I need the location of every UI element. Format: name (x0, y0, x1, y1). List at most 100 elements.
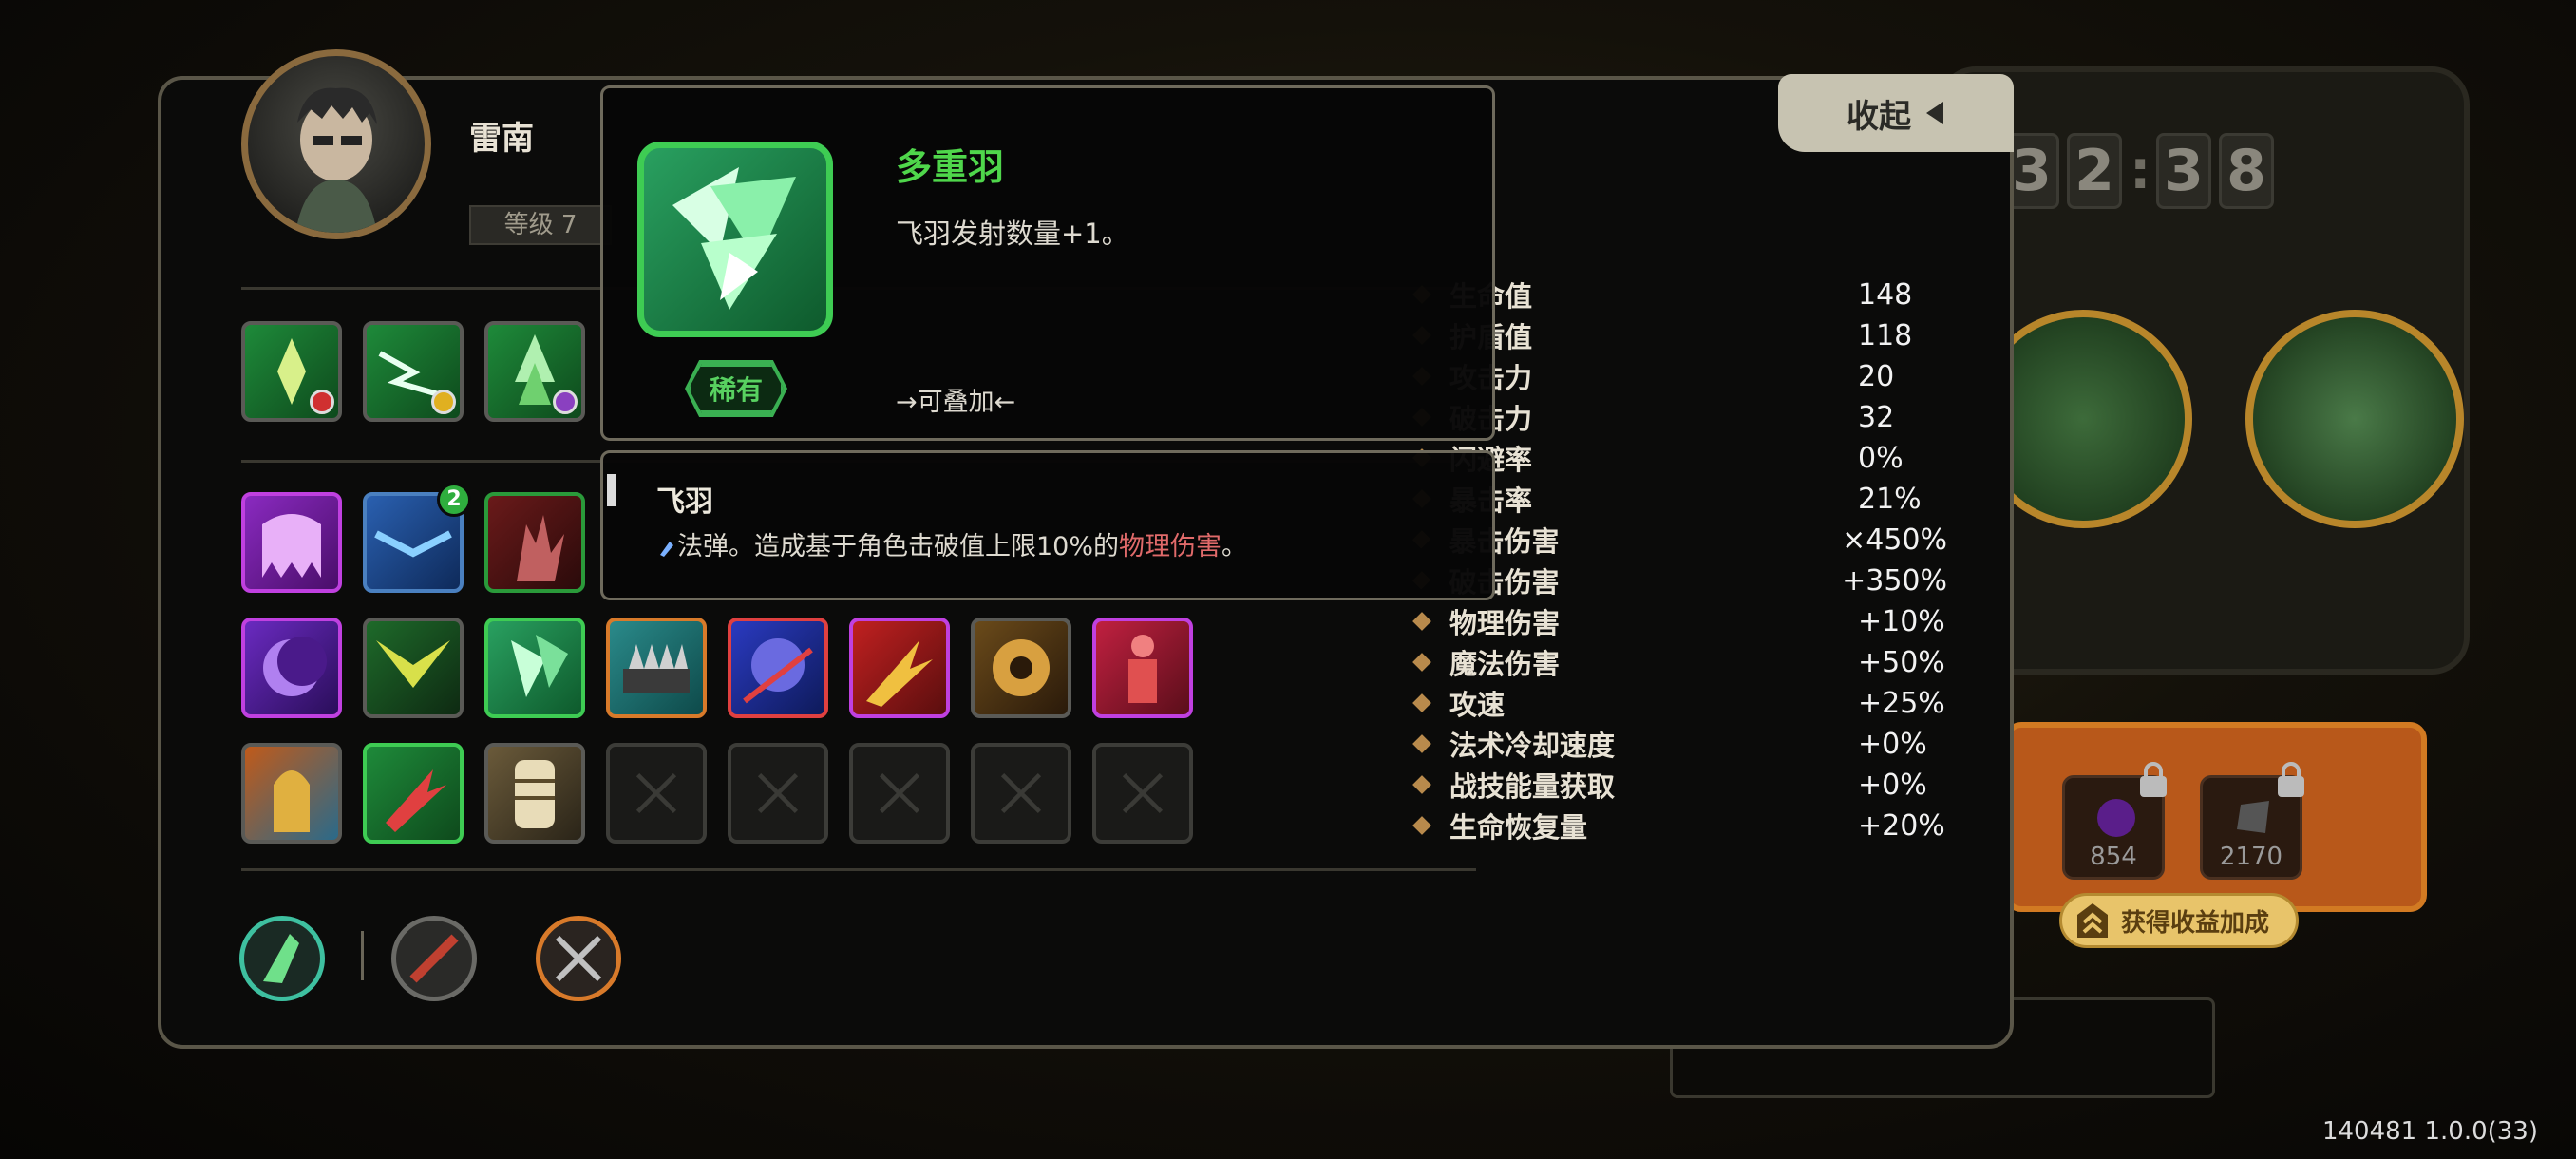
stat-value: +350% (1842, 563, 1947, 598)
stat-name: 生命值 (1449, 275, 1858, 314)
inventory-item[interactable] (241, 743, 342, 844)
version-label: 140481 1.0.0(33) (2321, 1117, 2538, 1146)
inventory-item[interactable] (484, 618, 585, 718)
crescent-moon-icon (263, 636, 327, 696)
stat-row: 闪避率0% (1412, 438, 1947, 478)
stat-value: 118 (1858, 318, 1913, 352)
empty-x-icon (879, 772, 920, 814)
multi-feather-icon (672, 167, 796, 310)
reward-box: 854 2170 (2004, 722, 2427, 912)
inventory-item[interactable] (484, 492, 585, 593)
inventory-item[interactable] (1092, 618, 1193, 718)
weapon-slot-blade[interactable] (391, 916, 477, 1001)
stat-value: +25% (1858, 686, 1945, 720)
skill-slot[interactable] (363, 321, 464, 422)
lock-icon (2278, 762, 2304, 797)
empty-x-icon (1000, 772, 1042, 814)
timer-separator: : (2130, 140, 2151, 201)
stat-value: 148 (1858, 277, 1913, 312)
stat-row: 暴击伤害 ×450% (1412, 521, 1947, 559)
crossed-blades-icon (555, 935, 602, 982)
lock-icon (2140, 762, 2167, 797)
stat-name: 暴击率 (1449, 479, 1858, 519)
stat-row: 攻击力20 (1412, 357, 1947, 395)
stat-name: 生命恢复量 (1449, 811, 1588, 844)
weapon-title: 飞羽 (656, 485, 713, 519)
stat-value: 20 (1858, 359, 1895, 393)
skill-slot[interactable] (241, 321, 342, 422)
collapse-button[interactable]: 收起 (1778, 74, 2014, 152)
stat-name: 破击力 (1449, 397, 1858, 437)
empty-slot[interactable] (1092, 743, 1193, 844)
stat-row: 暴击率21% (1412, 479, 1947, 519)
weapon-desc-suffix: 。 (1222, 532, 1248, 561)
stat-value: ×450% (1842, 522, 1947, 557)
stat-row: 法术冷却速度 +0% (1412, 725, 1947, 763)
inventory-item[interactable] (484, 743, 585, 844)
stat-value: +20% (1858, 808, 1945, 843)
demon-face-icon (743, 638, 813, 704)
claw-hand-icon (517, 515, 564, 581)
red-gem-icon (310, 390, 334, 414)
timer-digit: 2 (2067, 133, 2122, 209)
feather-wing-icon (376, 640, 450, 688)
empty-slot[interactable] (971, 743, 1071, 844)
triangle-left-icon (1926, 102, 1943, 124)
resource-slot: 2170 (2200, 762, 2304, 880)
stat-row: 护盾值118 (1412, 315, 1947, 355)
character-level: 等级 7 (469, 205, 612, 245)
stat-row: 物理伤害 +10% (1412, 602, 1947, 640)
stat-name: 闪避率 (1449, 438, 1858, 478)
weapon-detail-popup: 飞羽 法弹。造成基于角色击破值上限10%的物理伤害。 (600, 450, 1495, 600)
empty-slot[interactable] (606, 743, 707, 844)
purple-gem-icon (553, 390, 578, 414)
inventory-item[interactable] (241, 618, 342, 718)
stat-row: 魔法伤害 +50% (1412, 643, 1947, 681)
weapon-slot-scissors[interactable] (536, 916, 621, 1001)
chevron-up-icon (2077, 903, 2108, 938)
yellow-gem-icon (431, 390, 456, 414)
inventory-item[interactable] (241, 492, 342, 593)
compass-gear-icon (993, 639, 1050, 696)
empty-x-icon (1122, 772, 1164, 814)
diamond-bullet-icon (1412, 612, 1431, 631)
multi-feather-icon (511, 635, 568, 697)
stat-name: 护盾值 (1449, 315, 1858, 355)
earn-bonus-button[interactable]: 获得收益加成 (2059, 893, 2299, 948)
inventory-item[interactable] (606, 618, 707, 718)
countdown-timer: 3 2 : 3 8 (2004, 133, 2274, 209)
character-portrait-icon (295, 87, 377, 233)
red-figure-icon (1128, 635, 1157, 703)
skill-detail-popup: 多重羽 飞羽发射数量+1。 稀有 →可叠加← (600, 86, 1495, 441)
stat-name: 破击伤害 (1449, 566, 1560, 598)
stat-value: +0% (1858, 768, 1927, 802)
inventory-item[interactable] (363, 743, 464, 844)
weapon-desc-prefix: 法弹。造成基于角色击破值上限10%的 (677, 532, 1120, 561)
slime-item-icon (262, 514, 321, 578)
stat-name: 魔法伤害 (1449, 648, 1561, 680)
empty-slot[interactable] (849, 743, 950, 844)
inventory-item[interactable] (849, 618, 950, 718)
character-avatar[interactable] (241, 49, 431, 239)
empty-slot[interactable] (728, 743, 828, 844)
inventory-item[interactable] (728, 618, 828, 718)
rarity-badge: 稀有 (689, 364, 784, 413)
stat-value: 0% (1858, 441, 1904, 475)
timer-digit: 8 (2219, 133, 2274, 209)
blade-icon (409, 934, 459, 983)
inventory-item[interactable] (363, 618, 464, 718)
skill-slot[interactable] (484, 321, 585, 422)
stackable-label: →可叠加← (896, 388, 1016, 417)
magic-bullet-icon (660, 541, 673, 557)
stat-name: 法术冷却速度 (1449, 730, 1616, 762)
bg-hero-portrait (2245, 310, 2464, 528)
diamond-bullet-icon (1412, 694, 1431, 712)
weapon-slot-feather[interactable] (239, 916, 325, 1001)
resource-value: 854 (2090, 843, 2137, 871)
feather-icon (263, 934, 299, 983)
stat-value: +50% (1858, 645, 1945, 679)
empty-x-icon (757, 772, 799, 814)
red-arrow-icon (386, 770, 446, 832)
diamond-bullet-icon (1412, 816, 1431, 835)
inventory-item[interactable] (971, 618, 1071, 718)
